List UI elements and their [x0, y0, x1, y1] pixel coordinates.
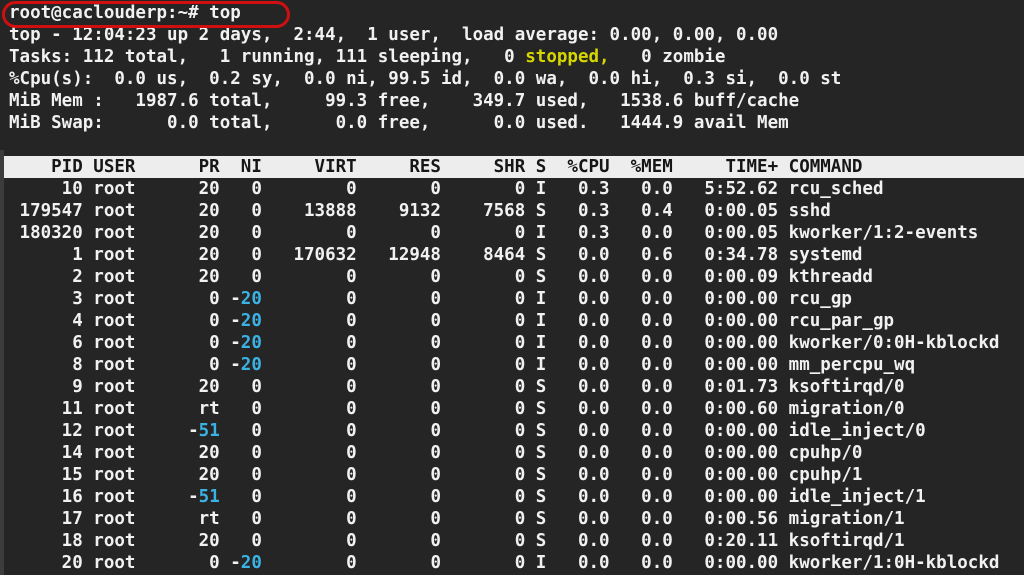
process-table-header: PID USER PR NI VIRT RES SHR S %CPU %MEM …: [4, 156, 1024, 178]
summary-text: Tasks: 112 total, 1 running, 111 sleepin…: [9, 47, 526, 67]
process-row: 3 root 0 -20 0 0 0 I 0.0 0.0 0:00.00 rcu…: [9, 289, 852, 309]
process-row: 180320 root 20 0 0 0 0 I 0.3 0.0 0:00.05…: [9, 223, 979, 243]
process-row: 16 root -51 0 0 0 0 S 0.0 0.0 0:00.00 id…: [9, 487, 926, 507]
shell-prompt-line: root@caclouderp:~# top: [9, 2, 1024, 24]
negative-nice-value: 20: [240, 311, 262, 331]
process-row: 6 root 0 -20 0 0 0 I 0.0 0.0 0:00.00 kwo…: [9, 333, 1000, 353]
top-summary-line: MiB Mem : 1987.6 total, 99.3 free, 349.7…: [9, 90, 1024, 112]
process-row: 4 root 0 -20 0 0 0 I 0.0 0.0 0:00.00 rcu…: [9, 311, 895, 331]
process-row: 12 root -51 0 0 0 0 S 0.0 0.0 0:00.00 id…: [9, 421, 926, 441]
process-row: 9 root 20 0 0 0 0 S 0.0 0.0 0:01.73 ksof…: [9, 377, 905, 397]
process-row: 8 root 0 -20 0 0 0 I 0.0 0.0 0:00.00 mm_…: [9, 355, 916, 375]
terminal-window[interactable]: root@caclouderp:~# top top - 12:04:23 up…: [0, 0, 1024, 575]
negative-nice-value: 51: [198, 421, 220, 441]
top-summary-line: %Cpu(s): 0.0 us, 0.2 sy, 0.0 ni, 99.5 id…: [9, 68, 1024, 90]
process-row: 15 root 20 0 0 0 0 S 0.0 0.0 0:00.00 cpu…: [9, 465, 863, 485]
process-row: 10 root 20 0 0 0 0 I 0.3 0.0 5:52.62 rcu…: [9, 179, 884, 199]
top-summary: top - 12:04:23 up 2 days, 2:44, 1 user, …: [9, 24, 1024, 134]
terminal-output: root@caclouderp:~# top top - 12:04:23 up…: [4, 2, 1024, 574]
shell-prompt: root@caclouderp:~# top: [9, 3, 241, 23]
summary-text: 0 zombie: [609, 47, 726, 67]
negative-nice-value: 20: [240, 289, 262, 309]
process-table-body: 10 root 20 0 0 0 0 I 0.3 0.0 5:52.62 rcu…: [9, 178, 1024, 574]
summary-text: MiB Mem : 1987.6 total, 99.3 free, 349.7…: [9, 91, 800, 111]
process-row: 179547 root 20 0 13888 9132 7568 S 0.3 0…: [9, 201, 831, 221]
process-row: 1 root 20 0 170632 12948 8464 S 0.0 0.6 …: [9, 245, 863, 265]
process-row: 11 root rt 0 0 0 0 S 0.0 0.0 0:00.60 mig…: [9, 399, 905, 419]
summary-text: top - 12:04:23 up 2 days, 2:44, 1 user, …: [9, 25, 779, 45]
process-row: 20 root 0 -20 0 0 0 I 0.0 0.0 0:00.00 kw…: [9, 553, 1000, 573]
top-summary-line: Tasks: 112 total, 1 running, 111 sleepin…: [9, 46, 1024, 68]
summary-highlight: stopped,: [525, 47, 610, 67]
top-summary-line: top - 12:04:23 up 2 days, 2:44, 1 user, …: [9, 24, 1024, 46]
process-row: 2 root 20 0 0 0 0 S 0.0 0.0 0:00.09 kthr…: [9, 267, 873, 287]
top-summary-line: MiB Swap: 0.0 total, 0.0 free, 0.0 used.…: [9, 112, 1024, 134]
negative-nice-value: 20: [240, 333, 262, 353]
process-row: 14 root 20 0 0 0 0 S 0.0 0.0 0:00.00 cpu…: [9, 443, 863, 463]
process-row: 18 root 20 0 0 0 0 S 0.0 0.0 0:20.11 kso…: [9, 531, 905, 551]
negative-nice-value: 20: [240, 553, 262, 573]
summary-text: %Cpu(s): 0.0 us, 0.2 sy, 0.0 ni, 99.5 id…: [9, 69, 842, 89]
summary-text: MiB Swap: 0.0 total, 0.0 free, 0.0 used.…: [9, 113, 789, 133]
negative-nice-value: 20: [240, 355, 262, 375]
negative-nice-value: 51: [198, 487, 220, 507]
process-row: 17 root rt 0 0 0 0 S 0.0 0.0 0:00.56 mig…: [9, 509, 905, 529]
